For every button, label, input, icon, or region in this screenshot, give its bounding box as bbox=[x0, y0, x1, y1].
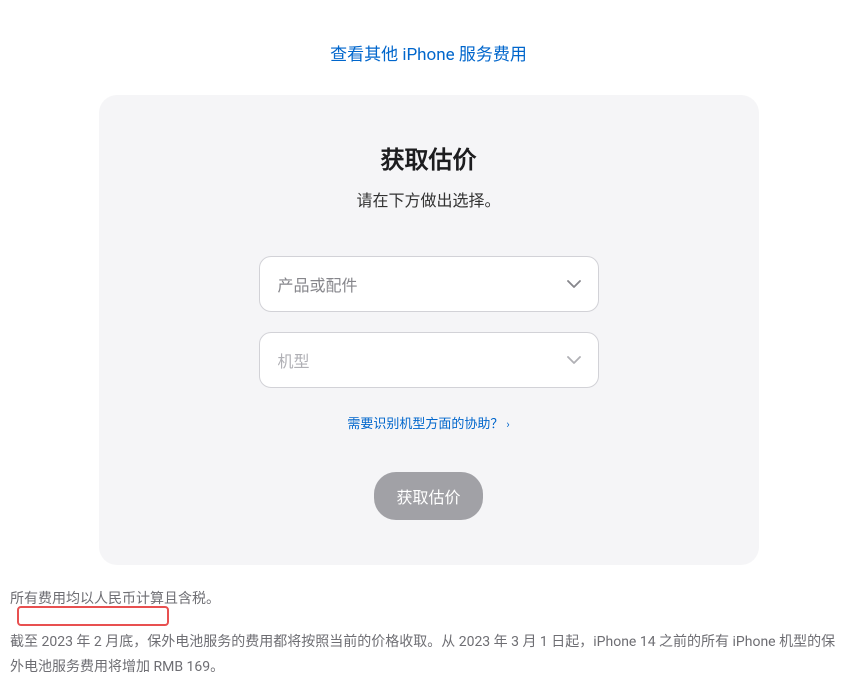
product-select[interactable]: 产品或配件 bbox=[259, 256, 599, 312]
product-select-wrapper: 产品或配件 bbox=[259, 256, 599, 312]
card-subtitle: 请在下方做出选择。 bbox=[139, 187, 719, 211]
other-service-fees-link[interactable]: 查看其他 iPhone 服务费用 bbox=[330, 45, 527, 65]
get-estimate-button[interactable]: 获取估价 bbox=[374, 472, 482, 520]
other-service-fees-link-wrapper: 查看其他 iPhone 服务费用 bbox=[0, 0, 857, 95]
footer-tax-note: 所有费用均以人民币计算且含税。 bbox=[10, 587, 847, 612]
card-title: 获取估价 bbox=[139, 140, 719, 175]
chevron-right-icon: › bbox=[506, 418, 509, 431]
identify-model-help-link[interactable]: 需要识别机型方面的协助？› bbox=[347, 413, 509, 432]
model-select-wrapper: 机型 bbox=[259, 332, 599, 388]
estimate-card: 获取估价 请在下方做出选择。 产品或配件 机型 需要识别机型方面的协助？› 获取… bbox=[99, 95, 759, 565]
help-link-label: 需要识别机型方面的协助？ bbox=[347, 417, 503, 432]
footer-price-change-note: 截至 2023 年 2 月底，保外电池服务的费用都将按照当前的价格收取。从 20… bbox=[10, 630, 847, 680]
model-select[interactable]: 机型 bbox=[259, 332, 599, 388]
